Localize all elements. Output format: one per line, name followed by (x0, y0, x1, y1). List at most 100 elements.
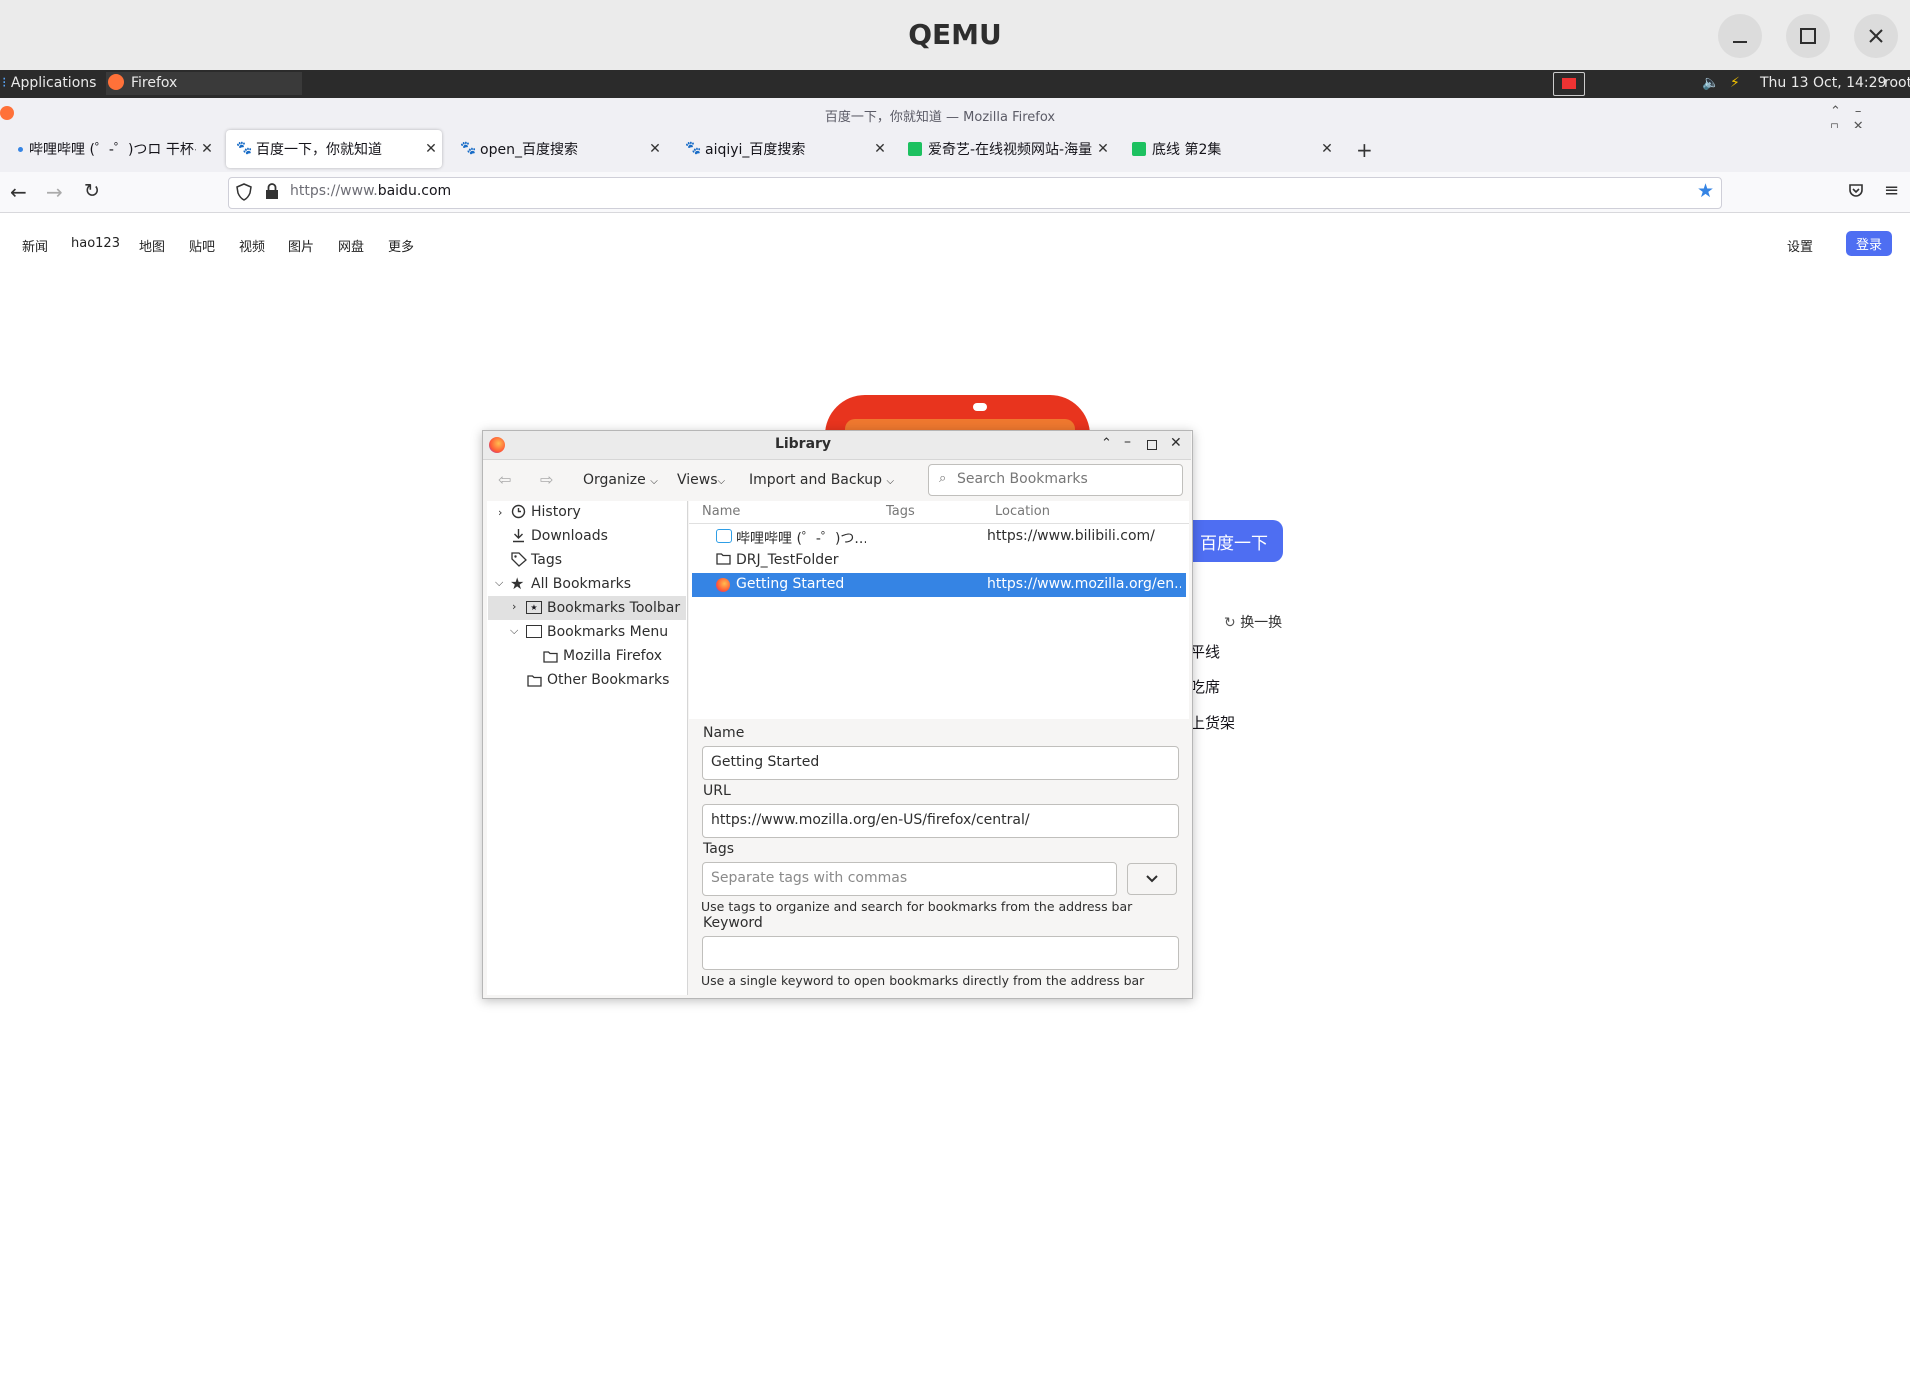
column-name[interactable]: Name (702, 504, 740, 519)
bookmark-row-name[interactable]: DRJ_TestFolder (736, 552, 838, 568)
tab-dot-icon (18, 146, 23, 152)
iqiyi-icon (908, 142, 922, 156)
url-field-value: https://www.mozilla.org/en-US/firefox/ce… (711, 812, 1030, 828)
tab-baidu[interactable]: 🐾 百度一下，你就知道 ✕ (226, 130, 442, 168)
baidu-settings-link[interactable]: 设置 (1787, 236, 1813, 255)
tree-downloads[interactable]: Downloads (531, 528, 608, 544)
tree-mozilla-firefox[interactable]: Mozilla Firefox (563, 648, 662, 664)
bookmark-star-icon[interactable]: ★ (1697, 180, 1714, 202)
tab-bilibili[interactable]: 哔哩哔哩 (゜-゜)つロ 干杯~ ✕ (10, 130, 218, 168)
tab-close-icon[interactable]: ✕ (869, 141, 891, 157)
tab-open-search[interactable]: 🐾 open_百度搜索 ✕ (450, 130, 666, 168)
tab-close-icon[interactable]: ✕ (1092, 141, 1114, 157)
expand-history-icon[interactable]: › (498, 506, 502, 519)
pocket-icon[interactable] (1848, 183, 1864, 199)
qemu-title: QEMU (908, 18, 1002, 51)
tags-label: Tags (703, 841, 734, 857)
download-icon (511, 528, 526, 543)
volume-icon[interactable]: 🔈 (1702, 75, 1719, 91)
url-text: https://www.baidu.com (290, 183, 452, 199)
close-icon (1869, 29, 1883, 43)
hot-item[interactable]: 上货架 (1190, 712, 1235, 733)
bookmark-row-name[interactable]: 哔哩哔哩 (゜-゜)つ... (736, 528, 866, 548)
column-tags[interactable]: Tags (886, 504, 915, 519)
maximize-button[interactable] (1786, 14, 1830, 58)
hot-item[interactable]: 平线 (1190, 641, 1220, 662)
hamburger-menu-icon[interactable]: ≡ (1884, 180, 1899, 201)
new-tab-button[interactable]: + (1356, 138, 1373, 162)
user-menu[interactable]: root (1884, 75, 1910, 91)
tree-bookmarks-menu[interactable]: Bookmarks Menu (547, 624, 668, 640)
keyword-hint: Use a single keyword to open bookmarks d… (701, 973, 1145, 988)
collapse-all-bookmarks-icon[interactable]: ⌵ (495, 576, 503, 590)
search-icon: ⌕ (939, 471, 947, 486)
baidu-nav-video[interactable]: 视频 (239, 236, 265, 255)
tray-app-icon[interactable] (1553, 72, 1585, 96)
tree-all-bookmarks[interactable]: All Bookmarks (531, 576, 631, 592)
firefox-window-title: 百度一下，你就知道 — Mozilla Firefox (824, 110, 1056, 125)
tab-aiqiyi-search[interactable]: 🐾 aiqiyi_百度搜索 ✕ (675, 130, 891, 168)
list-header (689, 501, 1189, 524)
bilibili-icon (716, 529, 732, 543)
tracking-shield-icon[interactable] (236, 183, 252, 201)
baidu-nav-hao123[interactable]: hao123 (71, 236, 120, 251)
organize-menu[interactable]: Organize ⌵ (583, 472, 658, 488)
clock[interactable]: Thu 13 Oct, 14:29 (1760, 75, 1886, 91)
baidu-nav-tieba[interactable]: 贴吧 (189, 236, 215, 255)
tree-history[interactable]: History (531, 504, 581, 520)
library-shade-button[interactable]: ⌃ (1101, 436, 1112, 451)
taskbar-firefox[interactable]: Firefox (106, 72, 302, 95)
tab-dixian[interactable]: 底线 第2集 ✕ (1122, 130, 1338, 168)
baidu-nav-news[interactable]: 新闻 (22, 236, 48, 255)
tab-close-icon[interactable]: ✕ (1316, 141, 1338, 157)
bookmark-row-location[interactable]: https://www.bilibili.com/ (987, 528, 1155, 544)
bookmark-row-name[interactable]: Getting Started (736, 576, 844, 592)
hot-item[interactable]: 吃席 (1190, 676, 1220, 697)
baidu-nav-more[interactable]: 更多 (388, 236, 414, 255)
lock-icon[interactable] (265, 183, 279, 200)
tab-close-icon[interactable]: ✕ (420, 141, 442, 157)
library-maximize-button[interactable] (1147, 440, 1157, 450)
menu-folder-icon (526, 625, 542, 638)
tab-close-icon[interactable]: ✕ (644, 141, 666, 157)
tab-close-icon[interactable]: ✕ (196, 141, 218, 157)
applications-menu[interactable]: ⁝ Applications ⋮ (2, 75, 115, 91)
keyword-field[interactable] (702, 936, 1179, 970)
tree-tags[interactable]: Tags (531, 552, 562, 568)
library-close-button[interactable]: ✕ (1170, 435, 1182, 451)
expand-toolbar-icon[interactable]: › (512, 600, 516, 613)
folder-icon (543, 650, 558, 663)
forward-button[interactable]: → (46, 180, 63, 204)
keyword-label: Keyword (703, 915, 763, 931)
tags-dropdown-button[interactable] (1127, 863, 1177, 895)
library-back-button[interactable]: ⇦ (498, 470, 511, 489)
name-field-value: Getting Started (711, 754, 820, 770)
baidu-refresh-hot[interactable]: ↻ 换一换 (1224, 612, 1282, 632)
tree-bookmarks-toolbar[interactable]: Bookmarks Toolbar (547, 600, 680, 616)
library-forward-button[interactable]: ⇨ (540, 470, 553, 489)
minimize-button[interactable] (1718, 14, 1762, 58)
baidu-login-button[interactable]: 登录 (1846, 231, 1892, 256)
baidu-search-button[interactable]: 百度一下 (1185, 520, 1283, 562)
network-icon[interactable]: ⚡ (1730, 75, 1740, 91)
close-button[interactable] (1854, 14, 1898, 58)
views-menu[interactable]: Views⌵ (677, 472, 725, 488)
bookmark-row-location[interactable]: https://www.mozilla.org/en... (987, 576, 1181, 592)
tab-iqiyi[interactable]: 爱奇艺-在线视频网站-海量正 ✕ (898, 130, 1114, 168)
collapse-menu-icon[interactable]: ⌵ (510, 624, 518, 638)
baidu-nav-map[interactable]: 地图 (139, 236, 165, 255)
baidu-nav-pan[interactable]: 网盘 (338, 236, 364, 255)
star-icon: ★ (510, 574, 525, 593)
tree-other-bookmarks[interactable]: Other Bookmarks (547, 672, 669, 688)
column-location[interactable]: Location (995, 504, 1050, 519)
baidu-nav-images[interactable]: 图片 (288, 236, 314, 255)
folder-icon (716, 552, 731, 565)
back-button[interactable]: ← (10, 180, 27, 204)
reload-button[interactable]: ↻ (84, 180, 100, 202)
import-backup-menu[interactable]: Import and Backup ⌵ (749, 472, 894, 488)
library-minimize-button[interactable]: – (1124, 434, 1131, 450)
url-bar[interactable] (228, 177, 1722, 209)
tag-icon (511, 552, 527, 567)
search-bookmarks-placeholder: Search Bookmarks (957, 471, 1088, 487)
tags-field-placeholder: Separate tags with commas (711, 870, 908, 886)
